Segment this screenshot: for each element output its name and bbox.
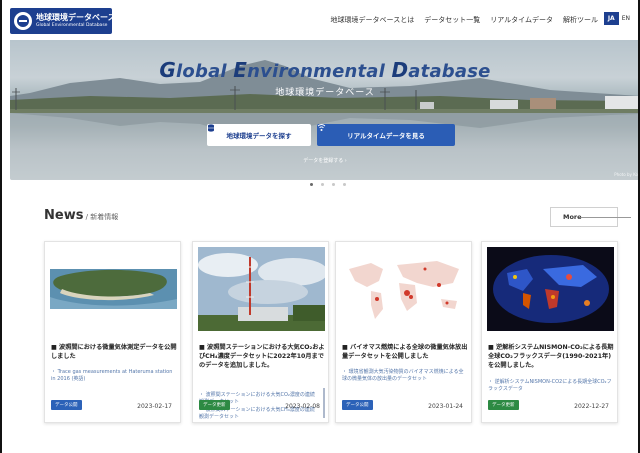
news-subtitle[interactable]: ・ Trace gas measurements at Hateruma sta… — [51, 369, 177, 384]
news-more-button[interactable]: More — [550, 207, 631, 227]
news-image-flux-map — [487, 247, 614, 331]
news-date: 2023-02-17 — [137, 403, 172, 410]
news-image-island — [50, 247, 177, 331]
news-card[interactable]: ■ 逆解析システムNISMON-CO₂による長期全球CO₂フラックスデータ(19… — [481, 241, 618, 423]
news-image-world-map — [341, 247, 468, 331]
news-card[interactable]: ■ バイオマス燃焼による全球の微量気体放出量データセットを公開しました ・ 環境… — [335, 241, 472, 423]
nav-item-tools[interactable]: 解析ツール — [563, 15, 598, 25]
logo-subtitle: Global Environmental Database — [36, 22, 108, 28]
news-date: 2022-12-27 — [574, 403, 609, 410]
realtime-data-button[interactable]: リアルタイムデータを見る — [317, 124, 455, 146]
nav-item-about[interactable]: 地球環境データベースとは — [331, 15, 415, 25]
hero-title: Global Environmental Database — [159, 58, 491, 82]
carousel-dot[interactable] — [310, 183, 313, 186]
hero-subtitle: 地球環境データベース — [275, 88, 375, 98]
news-date: 2023-02-08 — [285, 403, 320, 410]
nav-item-datasets[interactable]: データセット一覧 — [424, 15, 480, 25]
carousel-dots — [310, 183, 346, 186]
lang-ja-button[interactable]: JA — [603, 12, 619, 25]
news-tag: データ公開 — [51, 400, 82, 410]
search-data-button[interactable]: 地球環境データを探す — [207, 124, 311, 146]
carousel-dot[interactable] — [321, 183, 324, 186]
arrow-right-icon — [581, 217, 631, 218]
news-tag: データ更新 — [488, 400, 519, 410]
news-heading: News / 新着情報 — [44, 208, 119, 223]
news-tag: データ公開 — [342, 400, 373, 410]
news-date: 2023-01-24 — [428, 403, 463, 410]
news-title: ■ 波照間ステーションにおける大気CO₂およびCH₄濃度データセットに2022年… — [199, 344, 325, 369]
news-title: ■ 波照間における微量気体測定データを公開しました — [51, 344, 177, 360]
news-card[interactable]: ■ 波照間における微量気体測定データを公開しました ・ Trace gas me… — [44, 241, 181, 423]
language-switcher: JA EN — [603, 12, 630, 25]
news-title: ■ 逆解析システムNISMON-CO₂による長期全球CO₂フラックスデータ(19… — [488, 344, 614, 369]
news-subtitle[interactable]: ・ 環境省観測大気汚染物質のバイオマス燃焼による全球の微量気体の放出量のデータセ… — [342, 369, 468, 384]
site-header: 地球環境データベース Global Environmental Database… — [0, 0, 640, 40]
logo-title: 地球環境データベース — [36, 12, 116, 22]
news-tag: データ更新 — [199, 400, 230, 410]
card-scrollbar[interactable] — [323, 388, 325, 418]
nav-item-realtime[interactable]: リアルタイムデータ — [490, 15, 553, 25]
carousel-dot[interactable] — [343, 183, 346, 186]
globe-icon — [14, 12, 32, 30]
hero-banner: Global Environmental Database 地球環境データベース… — [10, 38, 640, 180]
photo-credit: Photo by Ko — [614, 172, 638, 177]
lang-en-button[interactable]: EN — [622, 15, 630, 22]
news-card[interactable]: ■ 波照間ステーションにおける大気CO₂およびCH₄濃度データセットに2022年… — [192, 241, 329, 423]
carousel-dot[interactable] — [332, 183, 335, 186]
database-icon — [208, 124, 214, 132]
register-data-link[interactable]: データを登録する › — [10, 157, 640, 164]
news-title: ■ バイオマス燃焼による全球の微量気体放出量データセットを公開しました — [342, 344, 468, 360]
signal-icon — [317, 124, 326, 131]
news-image-tower — [198, 247, 325, 331]
main-nav: 地球環境データベースとは データセット一覧 リアルタイムデータ 解析ツール — [331, 15, 598, 25]
site-logo[interactable]: 地球環境データベース Global Environmental Database — [10, 8, 116, 34]
news-subtitle[interactable]: ・ 逆解析システムNISMON-CO2による長期全球CO₂フラックスデータ — [488, 379, 614, 394]
